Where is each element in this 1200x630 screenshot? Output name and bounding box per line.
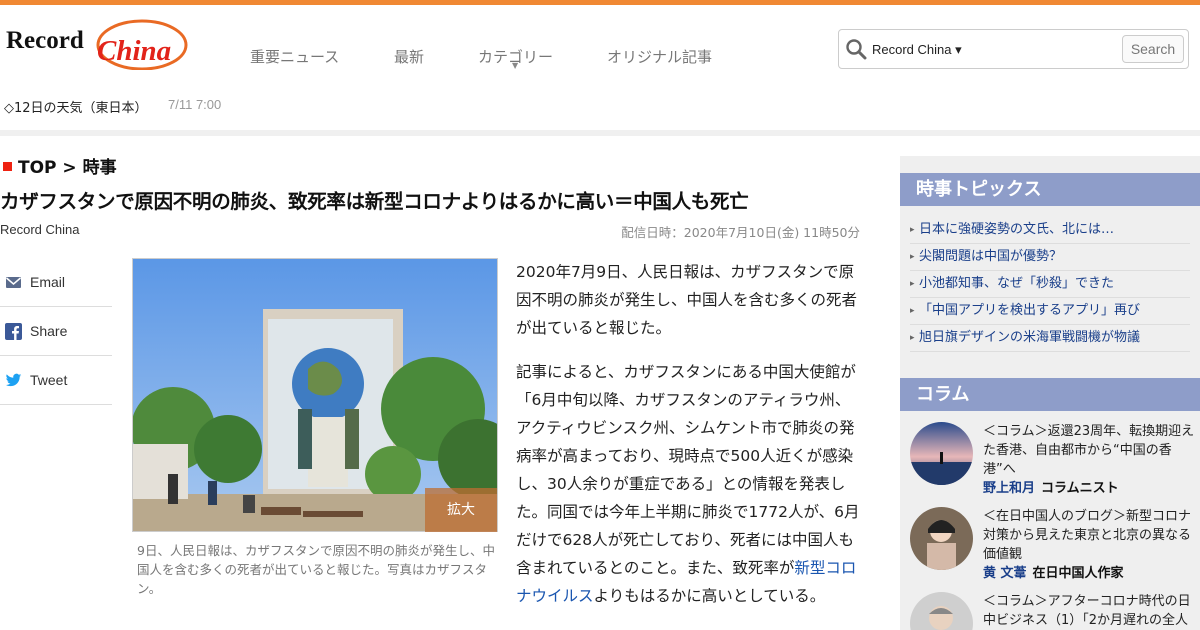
breadcrumb-marker <box>3 162 12 171</box>
paragraph-text: 記事によると、カザフスタンにある中国大使館が「6月中旬以降、カザフスタンのアティ… <box>516 363 860 577</box>
twitter-share-button[interactable]: Tweet <box>0 356 112 405</box>
search-box[interactable]: Record China ▾ Search <box>838 29 1189 69</box>
column-author-role: コラムニスト <box>1041 481 1119 496</box>
topics-heading: 時事トピックス <box>900 173 1200 206</box>
nav-latest[interactable]: 最新 <box>394 46 424 67</box>
topic-item[interactable]: 日本に強硬姿勢の文氏、北には… <box>910 217 1190 244</box>
column-author[interactable]: 黄 文葦 <box>983 566 1027 581</box>
avatar <box>910 507 973 570</box>
avatar <box>910 592 973 630</box>
top-accent-bar <box>0 0 1200 5</box>
article-date: 配信日時：2020年7月10日(金) 11時50分 <box>621 225 860 240</box>
news-ticker-time: 7/11 7:00 <box>168 97 222 112</box>
topics-list: 日本に強硬姿勢の文氏、北には… 尖閣問題は中国が優勢？ 小池都知事、なぜ「秒殺」… <box>910 217 1190 352</box>
column-title: ＜コラム＞返還23周年、転換期迎えた香港、自由都市から“中国の香港”へ <box>983 424 1195 477</box>
twitter-share-label: Tweet <box>30 372 68 388</box>
column-author[interactable]: 野上和月 <box>983 481 1035 496</box>
paragraph-text: よりもはるかに高いとしている。 <box>593 587 826 605</box>
email-icon <box>6 277 21 288</box>
column-heading: コラム <box>900 378 1200 411</box>
news-ticker-text[interactable]: ◇12日の天気（東日本） <box>4 97 148 116</box>
facebook-share-label: Share <box>30 323 68 339</box>
image-caption: 9日、人民日報は、カザフスタンで原因不明の肺炎が発生し、中国人を含む多くの死者が… <box>137 543 495 596</box>
column-title: ＜在日中国人のブログ＞新型コロナ対策から見えた東京と北京の異なる価値観 <box>983 509 1192 562</box>
topic-item[interactable]: 「中国アプリを検出するアプリ」再び <box>910 298 1190 325</box>
svg-text:China: China <box>97 35 171 67</box>
article-paragraph: 記事によると、カザフスタンにある中国大使館が「6月中旬以降、カザフスタンのアティ… <box>516 358 860 610</box>
email-share-label: Email <box>30 274 66 290</box>
svg-text:Record: Record <box>6 27 84 54</box>
nav-important-news[interactable]: 重要ニュース <box>250 46 339 67</box>
article-paragraph: 2020年7月9日、人民日報は、カザフスタンで原因不明の肺炎が発生し、中国人を含… <box>516 263 858 337</box>
share-buttons: Email Share Tweet <box>0 258 112 405</box>
column-text: ＜コラム＞アフターコロナ時代の日中ビジネス（1）「2か月遅れの全人 <box>983 592 1195 630</box>
facebook-share-button[interactable]: Share <box>0 307 112 356</box>
site-logo[interactable]: Record China <box>2 14 188 70</box>
topic-item[interactable]: 小池都知事、なぜ「秒殺」できた <box>910 271 1190 298</box>
column-title: ＜コラム＞アフターコロナ時代の日中ビジネス（1）「2か月遅れの全人 <box>983 594 1191 628</box>
breadcrumb-top-link[interactable]: TOP <box>18 158 57 178</box>
column-text: ＜コラム＞返還23周年、転換期迎えた香港、自由都市から“中国の香港”へ 野上和月… <box>983 422 1195 498</box>
column-text: ＜在日中国人のブログ＞新型コロナ対策から見えた東京と北京の異なる価値観 黄 文葦… <box>983 507 1195 583</box>
facebook-icon <box>5 323 22 340</box>
column-author-role: 在日中国人作家 <box>1032 566 1124 581</box>
search-scope-select[interactable]: Record China ▾ <box>872 42 962 58</box>
email-share-button[interactable]: Email <box>0 258 112 307</box>
breadcrumb-separator: > <box>56 158 83 178</box>
twitter-icon <box>5 373 22 387</box>
breadcrumb: TOP > 時事 <box>3 153 117 178</box>
sidebar: 時事トピックス 日本に強硬姿勢の文氏、北には… 尖閣問題は中国が優勢？ 小池都知… <box>900 156 1200 630</box>
search-icon <box>846 39 867 60</box>
topic-item[interactable]: 旭日旗デザインの米海軍戦闘機が物議 <box>910 325 1190 352</box>
image-zoom-button[interactable]: 拡大 <box>425 488 497 532</box>
article-source[interactable]: Record China <box>0 222 80 237</box>
topic-item[interactable]: 尖閣問題は中国が優勢？ <box>910 244 1190 271</box>
chevron-down-icon: ▼ <box>512 61 519 70</box>
article-body: 2020年7月9日、人民日報は、カザフスタンで原因不明の肺炎が発生し、中国人を含… <box>516 258 860 626</box>
avatar <box>910 422 973 485</box>
article-title: カザフスタンで原因不明の肺炎、致死率は新型コロナよりはるかに高い＝中国人も死亡 <box>0 190 749 213</box>
nav-original-articles[interactable]: オリジナル記事 <box>607 46 712 67</box>
search-button[interactable]: Search <box>1122 35 1184 63</box>
breadcrumb-section-link[interactable]: 時事 <box>83 158 117 178</box>
nav-category[interactable]: カテゴリー ▼ <box>478 46 553 70</box>
header-divider <box>0 130 1200 136</box>
